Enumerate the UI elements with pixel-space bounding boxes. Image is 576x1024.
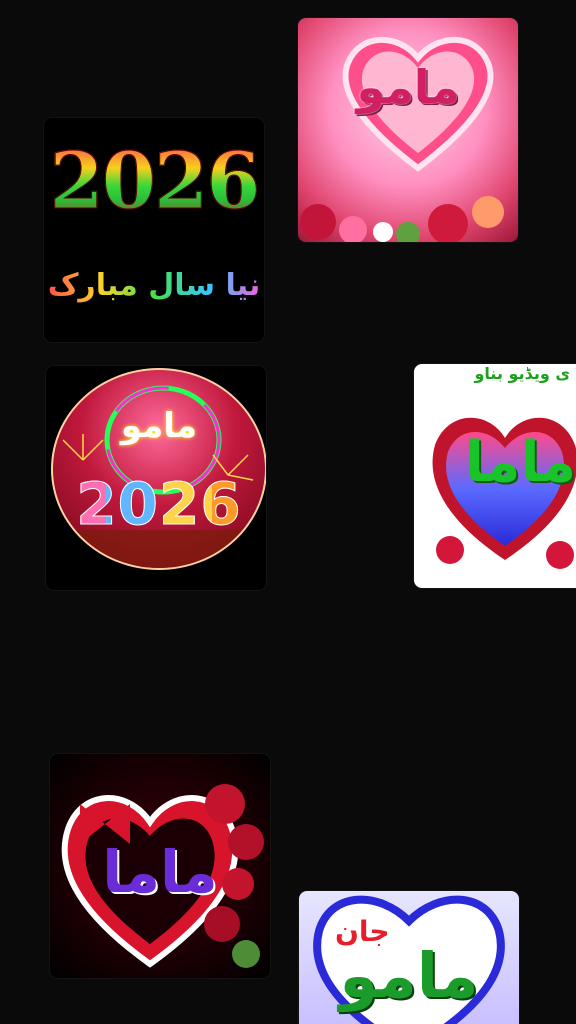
greeting-text: نیا سال مبارک xyxy=(44,268,264,303)
tile-text: مامو xyxy=(356,60,460,114)
tile-text: مامو xyxy=(120,406,198,446)
tile-mama-blue-heart[interactable]: ی ویڈیو بناو ماما xyxy=(414,364,576,588)
fireworks-circle-icon: مامو 2026 xyxy=(51,368,266,570)
tile-mamo-pink-heart[interactable]: مامو xyxy=(298,18,518,242)
tile-mamo-jaan[interactable]: جان مامو xyxy=(299,891,519,1024)
roses-decoration xyxy=(298,172,518,242)
tile-text: ماما xyxy=(464,430,576,495)
tile-mama-red-heart[interactable]: ماما xyxy=(50,754,270,978)
banner-text: ی ویڈیو بناو xyxy=(474,364,570,383)
tile-text: مامو xyxy=(339,939,479,1012)
tile-2026-new-year[interactable]: 2026 نیا سال مبارک xyxy=(44,118,264,342)
year-text: 2026 xyxy=(44,136,264,228)
tile-text: ماما xyxy=(102,838,218,906)
year-text: 2026 xyxy=(53,470,265,539)
tile-mamo-2026-circle[interactable]: مامو 2026 xyxy=(46,366,266,590)
